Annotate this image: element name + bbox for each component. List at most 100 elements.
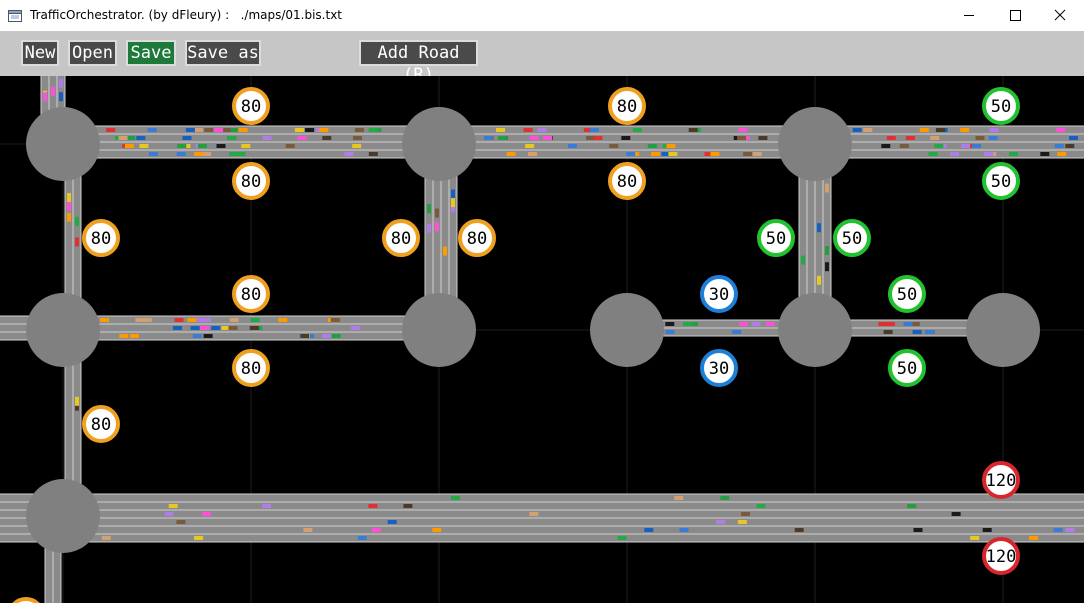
speed-limit-value: 80	[241, 172, 261, 192]
vehicle	[100, 318, 109, 322]
vehicle	[427, 223, 431, 233]
close-icon	[1054, 9, 1066, 21]
vehicle	[262, 136, 272, 140]
toolbar: New Open Save Save as Add Road (R)	[0, 31, 1084, 85]
vehicle	[142, 318, 152, 322]
vehicle	[203, 334, 213, 338]
vehicle	[617, 536, 627, 540]
speed-limit-sign: 50	[982, 87, 1020, 125]
vehicle	[817, 275, 821, 285]
vehicle	[765, 322, 775, 326]
vehicle	[989, 128, 999, 132]
vehicle	[200, 326, 210, 330]
vehicle	[651, 152, 660, 156]
save-as-button[interactable]: Save as	[185, 40, 261, 66]
vehicle	[666, 144, 676, 148]
vehicle	[950, 152, 959, 156]
vehicle	[443, 246, 447, 256]
vehicle	[330, 318, 340, 322]
vehicle	[174, 318, 184, 322]
vehicle	[198, 144, 207, 148]
vehicle	[435, 208, 439, 218]
vehicle	[368, 128, 378, 132]
speed-limit-value: 50	[766, 229, 786, 249]
speed-limit-value: 80	[617, 172, 637, 192]
vehicle	[919, 128, 929, 132]
vehicle	[319, 128, 329, 132]
vehicle	[883, 330, 893, 334]
save-button[interactable]: Save	[126, 40, 176, 66]
maximize-button[interactable]	[992, 0, 1038, 31]
vehicle	[432, 528, 442, 532]
vehicle	[632, 128, 642, 132]
speed-limit-value: 30	[709, 359, 729, 379]
vehicle	[907, 504, 917, 508]
vehicle	[75, 396, 79, 406]
app-window-icon	[8, 8, 22, 22]
speed-limit-sign: 30	[700, 349, 738, 387]
vehicle	[881, 144, 891, 148]
vehicle	[357, 536, 367, 540]
vehicle	[899, 144, 909, 148]
vehicle	[817, 223, 821, 233]
vehicle	[238, 128, 248, 132]
speed-limit-sign	[12, 597, 40, 603]
vehicle	[905, 136, 915, 140]
vehicle	[644, 528, 654, 532]
vehicle	[732, 330, 742, 334]
vehicle	[674, 496, 684, 500]
new-button[interactable]: New	[21, 40, 59, 66]
vehicle	[371, 528, 381, 532]
speed-limit-sign: 80	[458, 219, 496, 257]
speed-limit-sign: 50	[982, 162, 1020, 200]
vehicle	[59, 78, 63, 88]
vehicle	[176, 152, 186, 156]
vehicle	[1009, 152, 1019, 156]
vehicle	[688, 128, 698, 132]
vehicle	[119, 334, 129, 338]
vehicle	[125, 144, 134, 148]
close-button[interactable]	[1038, 0, 1084, 31]
vehicle	[193, 128, 203, 132]
vehicle	[185, 128, 195, 132]
vehicle	[190, 326, 200, 330]
vehicle	[322, 136, 332, 140]
minimize-button[interactable]	[946, 0, 992, 31]
vehicle	[139, 144, 149, 148]
road-map[interactable]: 80 80 50 80 80 50 80 80 80 50 50 80 30 50 80 30 50 80 120 1…	[0, 76, 1084, 603]
vehicle	[43, 92, 47, 102]
vehicle	[498, 136, 507, 140]
vehicle	[1057, 152, 1067, 156]
vehicle	[739, 322, 749, 326]
vehicle	[194, 152, 204, 156]
vehicle	[609, 144, 619, 148]
vehicle	[951, 512, 961, 516]
speed-limit-sign: 30	[700, 275, 738, 313]
vehicle	[331, 334, 341, 338]
speed-limit-value: 50	[897, 285, 917, 305]
vehicle	[506, 152, 516, 156]
speed-limit-value: 120	[986, 547, 1017, 567]
vehicle	[903, 322, 913, 326]
vehicle	[168, 504, 178, 508]
vehicle	[164, 512, 174, 516]
map-canvas[interactable]: 80 80 50 80 80 50 80 80 80 50 50 80 30 50 80 30 50 80 120 1…	[0, 76, 1084, 603]
vehicle	[403, 504, 413, 508]
title-bar[interactable]: TrafficOrchestrator. (by dFleury) : ./ma…	[0, 0, 1084, 31]
vehicle	[1065, 144, 1075, 148]
vehicle	[496, 128, 505, 132]
speed-limit-sign: 80	[82, 405, 120, 443]
vehicle	[300, 334, 310, 338]
vehicle	[202, 512, 211, 516]
vehicle	[647, 144, 657, 148]
vehicle	[930, 136, 940, 140]
vehicle	[147, 128, 157, 132]
vehicle	[525, 144, 535, 148]
vehicle	[451, 189, 455, 199]
vehicle	[679, 528, 689, 532]
open-button[interactable]: Open	[68, 40, 117, 66]
vehicle	[825, 183, 829, 193]
speed-limit-sign: 50	[757, 219, 795, 257]
add-road-button[interactable]: Add Road (R)	[359, 40, 478, 85]
vehicle	[1069, 136, 1078, 140]
